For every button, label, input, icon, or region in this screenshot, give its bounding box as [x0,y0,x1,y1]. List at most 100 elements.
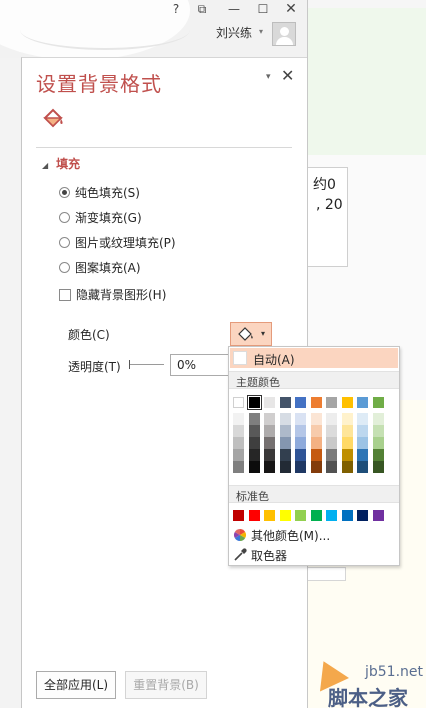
standard-color-swatch[interactable] [279,510,291,521]
theme-shade-swatch[interactable] [248,425,260,437]
radio-icon [59,262,70,273]
theme-shade-swatch[interactable] [248,437,260,449]
standard-color-swatch[interactable] [264,510,275,521]
standard-color-swatch[interactable] [233,510,244,521]
theme-shade-swatch[interactable] [326,437,337,449]
collapse-arrow-icon: ◢ [42,161,49,170]
theme-shade-swatch[interactable] [233,425,244,437]
theme-shade-swatch[interactable] [279,425,291,437]
theme-shade-swatch[interactable] [233,449,244,461]
ribbon-display-button[interactable]: ⧉ [194,1,210,17]
theme-color-swatch[interactable] [233,397,244,408]
theme-color-swatch[interactable] [246,395,262,410]
theme-shade-swatch[interactable] [248,413,260,425]
theme-shade-swatch[interactable] [341,425,353,437]
theme-shade-swatch[interactable] [248,461,260,473]
reset-background-button[interactable]: 重置背景(B) [125,671,207,699]
theme-shade-swatch[interactable] [295,437,306,449]
fill-section-header[interactable]: ◢ 填充 [42,155,80,172]
fill-color-button[interactable]: ▾ [230,322,272,346]
standard-color-swatch[interactable] [295,510,306,521]
theme-shade-swatch[interactable] [295,425,306,437]
radio-pattern-fill[interactable]: 图案填充(A) [59,260,141,276]
theme-shade-swatch[interactable] [310,425,322,437]
theme-shade-swatch[interactable] [310,437,322,449]
theme-shade-swatch[interactable] [264,437,275,449]
theme-shade-swatch[interactable] [357,437,368,449]
more-colors-item[interactable]: 其他颜色(M)... [251,527,330,544]
minimize-button[interactable]: — [226,1,242,17]
standard-color-swatch[interactable] [357,510,368,521]
theme-shade-swatch[interactable] [341,461,353,473]
theme-shade-swatch[interactable] [357,425,368,437]
theme-shade-swatch[interactable] [341,449,353,461]
theme-shade-swatch[interactable] [279,437,291,449]
transparency-slider[interactable] [130,364,164,365]
pane-options-caret-icon[interactable]: ▾ [266,72,271,82]
standard-color-swatch[interactable] [310,510,322,521]
fill-tab-paint-bucket-icon[interactable] [40,106,66,132]
theme-color-swatch[interactable] [279,397,291,408]
help-button[interactable]: ? [170,1,182,17]
close-window-button[interactable]: ✕ [283,1,299,17]
theme-shade-swatch[interactable] [372,413,384,425]
theme-shade-swatch[interactable] [357,461,368,473]
user-menu-caret-icon[interactable]: ▾ [259,24,263,40]
theme-shade-swatch[interactable] [233,461,244,473]
radio-label: 图片或纹理填充(P) [75,236,176,250]
theme-shade-swatch[interactable] [341,413,353,425]
theme-shade-swatch[interactable] [295,461,306,473]
theme-shade-swatch[interactable] [279,413,291,425]
theme-shade-swatch[interactable] [264,449,275,461]
avatar[interactable] [272,22,296,46]
theme-shade-swatch[interactable] [326,461,337,473]
theme-color-swatch[interactable] [264,397,275,408]
theme-shade-swatch[interactable] [326,425,337,437]
theme-color-swatch[interactable] [341,397,353,408]
theme-shade-swatch[interactable] [264,425,275,437]
user-name[interactable]: 刘兴练 [216,24,252,41]
apply-to-all-button[interactable]: 全部应用(L) [36,671,116,699]
theme-shade-swatch[interactable] [326,413,337,425]
slide-shape [308,567,346,581]
theme-shade-swatch[interactable] [357,413,368,425]
theme-shade-swatch[interactable] [264,413,275,425]
theme-shade-swatch[interactable] [279,461,291,473]
theme-shade-swatch[interactable] [248,449,260,461]
theme-color-swatch[interactable] [326,397,337,408]
radio-picture-texture-fill[interactable]: 图片或纹理填充(P) [59,235,176,251]
standard-color-swatch[interactable] [248,510,260,521]
theme-shade-swatch[interactable] [295,413,306,425]
theme-shade-swatch[interactable] [279,449,291,461]
theme-color-swatch[interactable] [295,397,306,408]
theme-color-swatch[interactable] [310,397,322,408]
theme-shade-swatch[interactable] [357,449,368,461]
radio-gradient-fill[interactable]: 渐变填充(G) [59,210,142,226]
theme-shade-swatch[interactable] [372,461,384,473]
theme-shade-swatch[interactable] [295,449,306,461]
hide-background-graphics-checkbox[interactable]: 隐藏背景图形(H) [59,287,166,303]
theme-shade-swatch[interactable] [233,413,244,425]
theme-shade-swatch[interactable] [310,413,322,425]
pane-close-button[interactable]: ✕ [281,66,294,85]
standard-color-swatch[interactable] [372,510,384,521]
theme-shade-swatch[interactable] [233,437,244,449]
maximize-button[interactable]: ☐ [255,1,271,17]
automatic-color-item[interactable]: 自动(A) [230,348,398,368]
standard-color-swatch[interactable] [326,510,337,521]
theme-shade-swatch[interactable] [264,461,275,473]
theme-shade-swatch[interactable] [310,461,322,473]
transparency-input[interactable]: 0% [170,354,232,376]
theme-shade-swatch[interactable] [372,449,384,461]
standard-color-swatch[interactable] [341,510,353,521]
theme-shade-swatch[interactable] [326,449,337,461]
theme-shade-swatch[interactable] [341,437,353,449]
theme-color-swatch[interactable] [357,397,368,408]
theme-shade-swatch[interactable] [310,449,322,461]
theme-shade-swatch[interactable] [372,437,384,449]
radio-label: 图案填充(A) [75,261,141,275]
theme-shade-swatch[interactable] [372,425,384,437]
theme-color-swatch[interactable] [372,397,384,408]
radio-solid-fill[interactable]: 纯色填充(S) [59,185,140,201]
eyedropper-item[interactable]: 取色器 [251,547,287,564]
